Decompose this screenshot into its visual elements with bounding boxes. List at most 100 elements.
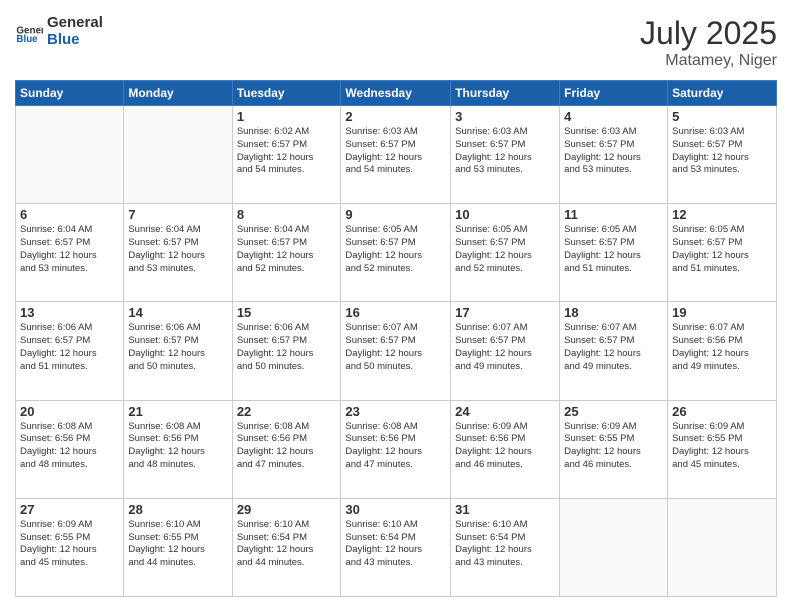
day-number: 17 [455, 305, 555, 320]
day-number: 6 [20, 207, 119, 222]
logo-blue: Blue [47, 32, 103, 49]
calendar-cell: 3 Sunrise: 6:03 AM Sunset: 6:57 PM Daylig… [451, 106, 560, 204]
day-info: Sunrise: 6:08 AM Sunset: 6:56 PM Dayligh… [237, 421, 337, 472]
svg-text:Blue: Blue [16, 33, 38, 44]
calendar-body: 1 Sunrise: 6:02 AM Sunset: 6:57 PM Daylig… [16, 106, 777, 597]
calendar-header-row: SundayMondayTuesdayWednesdayThursdayFrid… [16, 81, 777, 106]
day-info: Sunrise: 6:03 AM Sunset: 6:57 PM Dayligh… [564, 126, 663, 177]
day-number: 10 [455, 207, 555, 222]
day-info: Sunrise: 6:10 AM Sunset: 6:55 PM Dayligh… [128, 519, 227, 570]
header: General Blue General Blue July 2025 Mata… [15, 15, 777, 70]
calendar-cell: 27 Sunrise: 6:09 AM Sunset: 6:55 PM Dayli… [16, 498, 124, 596]
calendar-cell: 14 Sunrise: 6:06 AM Sunset: 6:57 PM Dayli… [124, 302, 232, 400]
weekday-header-saturday: Saturday [668, 81, 777, 106]
day-info: Sunrise: 6:10 AM Sunset: 6:54 PM Dayligh… [455, 519, 555, 570]
day-number: 22 [237, 404, 337, 419]
calendar-week-0: 1 Sunrise: 6:02 AM Sunset: 6:57 PM Daylig… [16, 106, 777, 204]
calendar-cell [668, 498, 777, 596]
day-info: Sunrise: 6:07 AM Sunset: 6:57 PM Dayligh… [564, 322, 663, 373]
day-info: Sunrise: 6:07 AM Sunset: 6:57 PM Dayligh… [345, 322, 446, 373]
day-info: Sunrise: 6:06 AM Sunset: 6:57 PM Dayligh… [237, 322, 337, 373]
day-number: 25 [564, 404, 663, 419]
day-number: 14 [128, 305, 227, 320]
day-number: 26 [672, 404, 772, 419]
day-number: 8 [237, 207, 337, 222]
calendar-cell: 4 Sunrise: 6:03 AM Sunset: 6:57 PM Daylig… [560, 106, 668, 204]
day-number: 2 [345, 109, 446, 124]
day-info: Sunrise: 6:08 AM Sunset: 6:56 PM Dayligh… [20, 421, 119, 472]
calendar-cell: 11Sunrise: 6:05 AM Sunset: 6:57 PM Dayli… [560, 204, 668, 302]
day-info: Sunrise: 6:04 AM Sunset: 6:57 PM Dayligh… [237, 224, 337, 275]
day-info: Sunrise: 6:03 AM Sunset: 6:57 PM Dayligh… [455, 126, 555, 177]
day-number: 13 [20, 305, 119, 320]
day-number: 23 [345, 404, 446, 419]
calendar-cell: 19 Sunrise: 6:07 AM Sunset: 6:56 PM Dayli… [668, 302, 777, 400]
day-info: Sunrise: 6:06 AM Sunset: 6:57 PM Dayligh… [20, 322, 119, 373]
calendar-cell: 13 Sunrise: 6:06 AM Sunset: 6:57 PM Dayli… [16, 302, 124, 400]
day-info: Sunrise: 6:06 AM Sunset: 6:57 PM Dayligh… [128, 322, 227, 373]
calendar-cell: 20 Sunrise: 6:08 AM Sunset: 6:56 PM Dayli… [16, 400, 124, 498]
day-number: 11 [564, 207, 663, 222]
title-block: July 2025 Matamey, Niger [640, 15, 777, 70]
day-number: 30 [345, 502, 446, 517]
calendar-cell: 22 Sunrise: 6:08 AM Sunset: 6:56 PM Dayli… [232, 400, 341, 498]
day-info: Sunrise: 6:07 AM Sunset: 6:57 PM Dayligh… [455, 322, 555, 373]
day-number: 5 [672, 109, 772, 124]
calendar-week-2: 13 Sunrise: 6:06 AM Sunset: 6:57 PM Dayli… [16, 302, 777, 400]
day-info: Sunrise: 6:09 AM Sunset: 6:56 PM Dayligh… [455, 421, 555, 472]
day-number: 3 [455, 109, 555, 124]
logo: General Blue General Blue [15, 15, 103, 48]
day-number: 27 [20, 502, 119, 517]
day-number: 16 [345, 305, 446, 320]
calendar-cell: 17 Sunrise: 6:07 AM Sunset: 6:57 PM Dayli… [451, 302, 560, 400]
day-info: Sunrise: 6:03 AM Sunset: 6:57 PM Dayligh… [345, 126, 446, 177]
calendar-cell: 1 Sunrise: 6:02 AM Sunset: 6:57 PM Daylig… [232, 106, 341, 204]
calendar-cell: 8 Sunrise: 6:04 AM Sunset: 6:57 PM Daylig… [232, 204, 341, 302]
calendar-week-3: 20 Sunrise: 6:08 AM Sunset: 6:56 PM Dayli… [16, 400, 777, 498]
day-info: Sunrise: 6:02 AM Sunset: 6:57 PM Dayligh… [237, 126, 337, 177]
day-number: 29 [237, 502, 337, 517]
day-info: Sunrise: 6:09 AM Sunset: 6:55 PM Dayligh… [672, 421, 772, 472]
calendar-cell: 28 Sunrise: 6:10 AM Sunset: 6:55 PM Dayli… [124, 498, 232, 596]
day-info: Sunrise: 6:10 AM Sunset: 6:54 PM Dayligh… [345, 519, 446, 570]
day-info: Sunrise: 6:07 AM Sunset: 6:56 PM Dayligh… [672, 322, 772, 373]
calendar-cell [16, 106, 124, 204]
weekday-header-monday: Monday [124, 81, 232, 106]
calendar-cell: 16 Sunrise: 6:07 AM Sunset: 6:57 PM Dayli… [341, 302, 451, 400]
calendar-cell: 5Sunrise: 6:03 AM Sunset: 6:57 PM Daylig… [668, 106, 777, 204]
calendar-cell: 25 Sunrise: 6:09 AM Sunset: 6:55 PM Dayli… [560, 400, 668, 498]
calendar-cell: 12Sunrise: 6:05 AM Sunset: 6:57 PM Dayli… [668, 204, 777, 302]
calendar-week-1: 6 Sunrise: 6:04 AM Sunset: 6:57 PM Daylig… [16, 204, 777, 302]
location-subtitle: Matamey, Niger [640, 52, 777, 70]
calendar-cell: 6 Sunrise: 6:04 AM Sunset: 6:57 PM Daylig… [16, 204, 124, 302]
weekday-header-thursday: Thursday [451, 81, 560, 106]
day-info: Sunrise: 6:09 AM Sunset: 6:55 PM Dayligh… [564, 421, 663, 472]
day-number: 1 [237, 109, 337, 124]
day-number: 21 [128, 404, 227, 419]
day-info: Sunrise: 6:09 AM Sunset: 6:55 PM Dayligh… [20, 519, 119, 570]
day-info: Sunrise: 6:04 AM Sunset: 6:57 PM Dayligh… [20, 224, 119, 275]
logo-icon: General Blue [15, 18, 43, 46]
weekday-header-friday: Friday [560, 81, 668, 106]
day-info: Sunrise: 6:08 AM Sunset: 6:56 PM Dayligh… [345, 421, 446, 472]
day-number: 19 [672, 305, 772, 320]
calendar-cell: 23 Sunrise: 6:08 AM Sunset: 6:56 PM Dayli… [341, 400, 451, 498]
calendar-cell: 24Sunrise: 6:09 AM Sunset: 6:56 PM Dayli… [451, 400, 560, 498]
day-number: 31 [455, 502, 555, 517]
day-number: 9 [345, 207, 446, 222]
calendar-cell: 2 Sunrise: 6:03 AM Sunset: 6:57 PM Daylig… [341, 106, 451, 204]
day-number: 4 [564, 109, 663, 124]
calendar-cell: 9Sunrise: 6:05 AM Sunset: 6:57 PM Daylig… [341, 204, 451, 302]
day-number: 18 [564, 305, 663, 320]
day-number: 28 [128, 502, 227, 517]
calendar-cell: 26 Sunrise: 6:09 AM Sunset: 6:55 PM Dayli… [668, 400, 777, 498]
month-title: July 2025 [640, 15, 777, 52]
day-number: 7 [128, 207, 227, 222]
day-info: Sunrise: 6:04 AM Sunset: 6:57 PM Dayligh… [128, 224, 227, 275]
day-number: 20 [20, 404, 119, 419]
calendar-cell: 29Sunrise: 6:10 AM Sunset: 6:54 PM Dayli… [232, 498, 341, 596]
calendar-cell [560, 498, 668, 596]
calendar-cell [124, 106, 232, 204]
calendar-cell: 30 Sunrise: 6:10 AM Sunset: 6:54 PM Dayli… [341, 498, 451, 596]
calendar-table: SundayMondayTuesdayWednesdayThursdayFrid… [15, 80, 777, 597]
